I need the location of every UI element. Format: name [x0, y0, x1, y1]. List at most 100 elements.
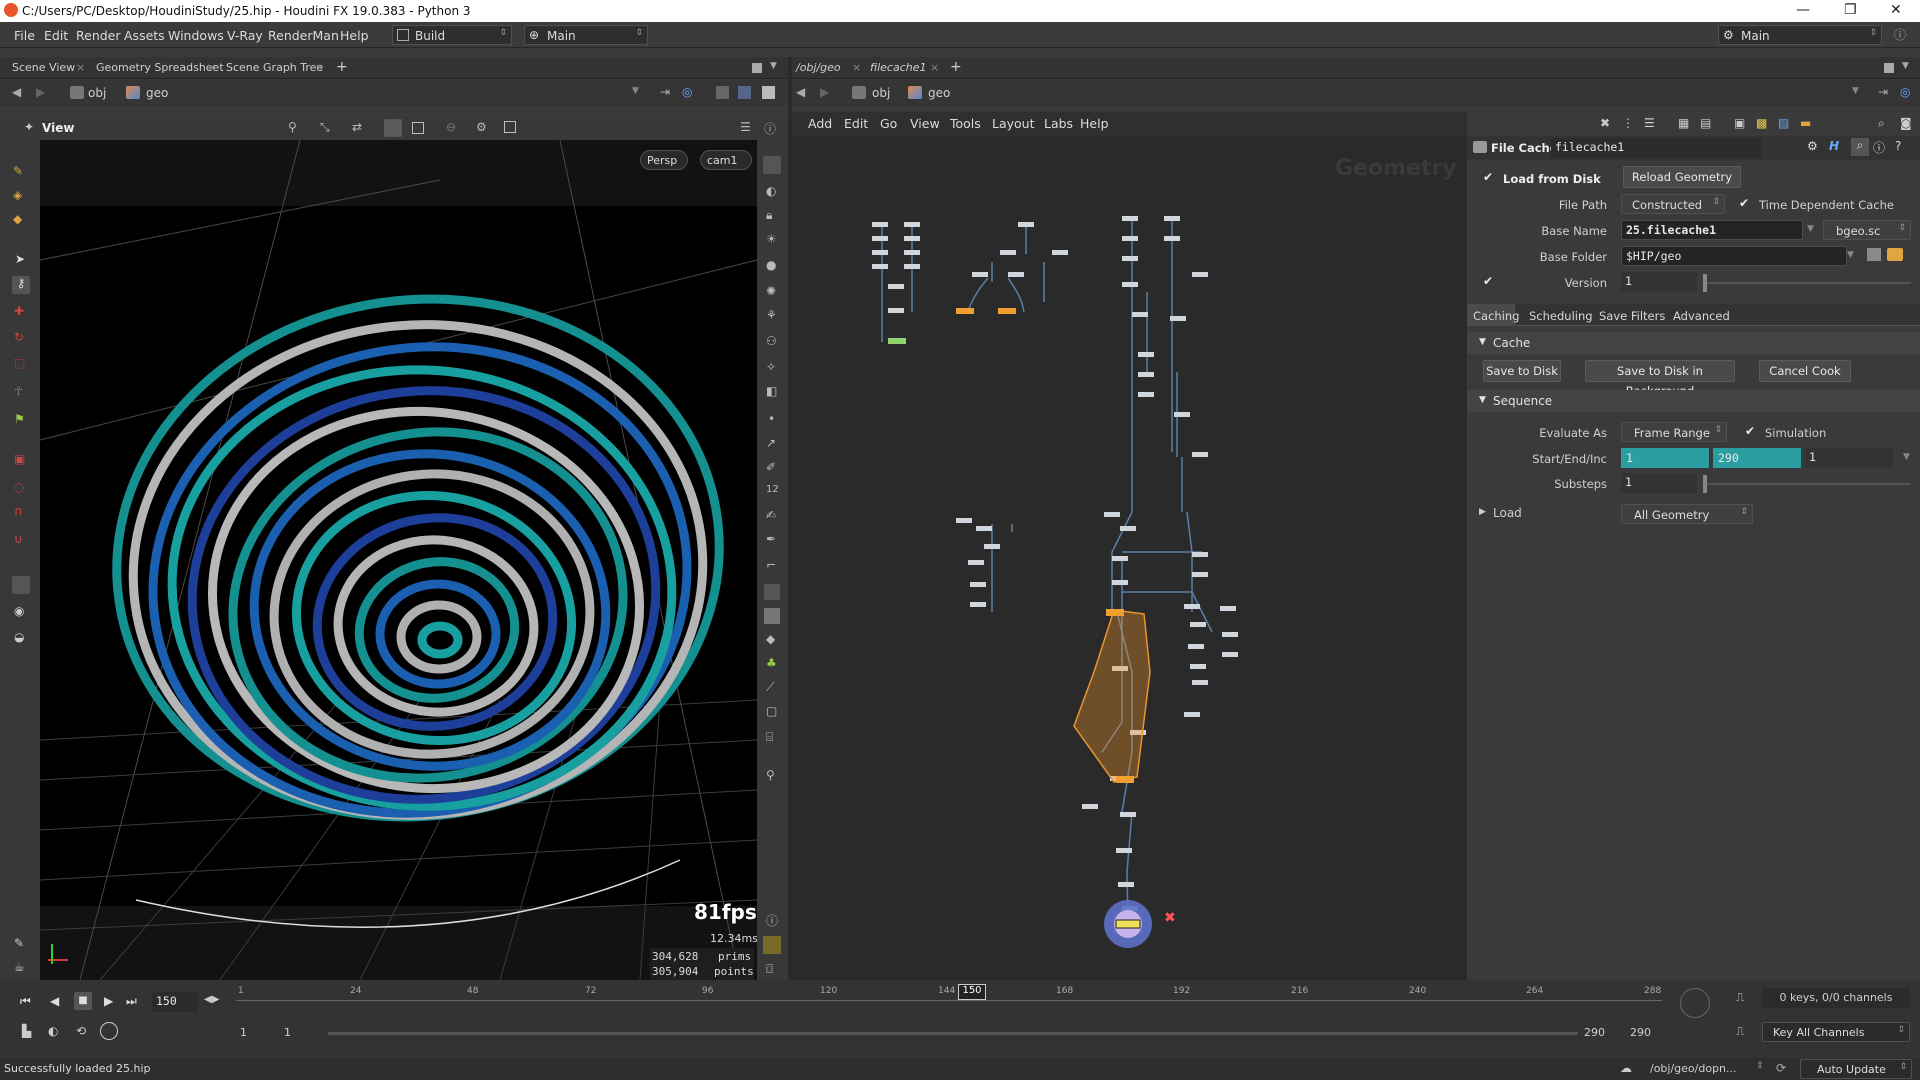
link-icon[interactable]: ◎ [682, 85, 692, 99]
close-icon[interactable]: × [207, 61, 216, 74]
save-to-disk-background-button[interactable]: Save to Disk in Background [1585, 360, 1735, 398]
menu-file[interactable]: File [14, 28, 35, 43]
align-icon[interactable]: ⤡ [320, 120, 330, 135]
cloud-icon[interactable]: ☁ [1620, 1061, 1632, 1075]
tab-scene-graph-tree[interactable]: Scene Graph Tree [226, 61, 323, 74]
grid-icon[interactable] [764, 608, 780, 624]
extension-dropdown[interactable]: bgeo.sc ⇕ [1823, 220, 1911, 240]
marker-icon[interactable]: ⚲ [766, 768, 775, 782]
stop-icon[interactable]: ⊖ [446, 120, 456, 134]
lines-icon[interactable]: ☰ [740, 120, 751, 134]
scene-viewport[interactable]: Persp cam1 81fps 12.34ms 304,628 prims 3… [40, 140, 757, 980]
move-icon[interactable]: ✚ [14, 304, 24, 318]
sequence-section-header[interactable]: ▼ Sequence [1467, 390, 1920, 412]
audio-icon[interactable]: ▙ [22, 1024, 31, 1038]
close-icon[interactable]: × [76, 61, 85, 74]
key-all-channels-dropdown[interactable]: Key All Channels ⇕ [1762, 1022, 1910, 1042]
view-icon[interactable]: ◙ [1900, 116, 1912, 130]
corner-icon[interactable]: ⌐ [766, 558, 776, 572]
forward-arrow-icon[interactable]: ▶ [820, 85, 829, 99]
camera-icon[interactable]: ⚙ [476, 120, 487, 134]
chevron-down-icon[interactable]: ▼ [1847, 250, 1854, 260]
render-icon[interactable] [504, 121, 516, 133]
search-icon[interactable]: ⌕ [1878, 116, 1885, 131]
magnet-icon[interactable]: ∩ [14, 504, 23, 518]
cancel-cook-button[interactable]: Cancel Cook [1759, 360, 1851, 382]
tab-advanced[interactable]: Advanced [1673, 309, 1730, 323]
normals-icon[interactable]: ↗ [766, 436, 776, 450]
camera-tool-icon[interactable] [12, 576, 30, 594]
sync-icon[interactable] [100, 1022, 118, 1040]
path-geo[interactable]: geo [146, 86, 168, 100]
help-circle-icon[interactable]: ⓘ [1894, 26, 1906, 43]
chevron-down-icon[interactable]: ▼ [1852, 86, 1859, 96]
restore-icon[interactable]: ❐ [1844, 2, 1857, 18]
tab-scene-view[interactable]: Scene View [12, 61, 75, 74]
close-icon[interactable]: ✕ [1890, 2, 1902, 18]
last-frame-icon[interactable]: ⏭ [126, 994, 137, 1009]
texture-icon[interactable]: ◧ [766, 384, 777, 398]
pin-icon[interactable]: ⇥ [660, 85, 670, 99]
lights-icon[interactable]: ☀ [766, 232, 777, 246]
channel-icon[interactable]: ⎍ [1736, 1024, 1744, 1039]
grid-icon[interactable]: ▦ [1678, 116, 1689, 130]
slider-handle[interactable] [1703, 274, 1707, 292]
shading-icon[interactable]: ● [766, 258, 776, 272]
load-section-header[interactable]: ▶ Load All Geometry ⇕ [1467, 502, 1920, 526]
list-icon[interactable]: ☰ [1644, 116, 1655, 130]
minimize-icon[interactable]: — [1796, 2, 1810, 18]
cache-section-header[interactable]: ▼ Cache [1467, 332, 1920, 354]
maximize-icon[interactable] [762, 86, 775, 99]
point-icon[interactable]: • [768, 412, 775, 426]
auto-update-dropdown[interactable]: Auto Update ⇕ [1800, 1059, 1912, 1079]
handle-icon[interactable]: ✎ [13, 164, 23, 178]
globe-icon[interactable]: ◉ [14, 604, 24, 618]
diamond-icon[interactable]: ◆ [766, 632, 775, 646]
close-icon[interactable]: × [315, 61, 324, 74]
image-icon[interactable]: ▨ [1778, 116, 1789, 130]
inc-field[interactable]: 1 [1805, 448, 1893, 468]
right-main-dropdown[interactable]: ⚙ Main ⇕ [1718, 25, 1882, 45]
camera-icon[interactable]: ⌸ [766, 730, 773, 745]
grid-icon[interactable] [764, 584, 780, 600]
base-folder-field[interactable]: $HIP/geo [1621, 246, 1847, 266]
path-obj[interactable]: obj [88, 86, 106, 100]
base-name-field[interactable]: 25.filecache1 [1621, 220, 1803, 240]
sculpt-icon[interactable]: ◆ [13, 212, 22, 226]
menu-render[interactable]: Render [76, 28, 121, 43]
pen-icon[interactable]: ✐ [766, 460, 776, 474]
close-icon[interactable]: × [930, 61, 939, 74]
folder-icon[interactable]: ▬ [1800, 116, 1811, 130]
view-icon[interactable]: ◐ [766, 184, 776, 198]
status-path[interactable]: /obj/geo/dopn... [1650, 1062, 1737, 1075]
save-to-disk-button[interactable]: Save to Disk [1483, 360, 1561, 382]
range-slider[interactable] [328, 1032, 1578, 1035]
path-geo[interactable]: geo [928, 86, 950, 100]
version-field[interactable]: 1 [1621, 272, 1697, 292]
info-icon[interactable]: ⓘ [766, 912, 778, 929]
note-icon[interactable]: ▣ [1734, 116, 1745, 130]
desktop-build-dropdown[interactable]: Build ⇕ [392, 25, 512, 45]
timeline-ruler[interactable]: 1 24 48 72 96 120 144 168 192 216 240 26… [236, 984, 1662, 1010]
rotate-icon[interactable]: ↻ [14, 330, 24, 344]
orbit-icon[interactable]: ◌ [14, 480, 24, 494]
snapshot-icon[interactable]: ⌼ [766, 962, 773, 977]
gear-icon[interactable]: ⚙ [1807, 139, 1818, 153]
scale-icon[interactable]: ⬚ [14, 356, 25, 370]
checkmark-icon[interactable]: ✔ [1483, 170, 1493, 184]
select-arrow-icon[interactable]: ➤ [15, 252, 25, 266]
info-icon[interactable]: ⓘ [1873, 139, 1885, 156]
chevron-down-icon[interactable]: ▼ [1807, 224, 1814, 234]
checkmark-icon[interactable]: ✔ [1739, 196, 1749, 210]
display-options-icon[interactable] [763, 156, 781, 174]
range-start-field[interactable]: 1 [240, 1026, 247, 1039]
wrench-icon[interactable]: ✖ [1600, 116, 1610, 130]
camera-dropdown[interactable]: cam1 [700, 150, 752, 170]
layout-icon[interactable] [716, 86, 729, 99]
pane-menu-icon[interactable] [1884, 63, 1894, 73]
current-frame-marker[interactable]: 150 [958, 984, 986, 1000]
search-icon[interactable]: ⌕ [1851, 138, 1869, 156]
end-frame-field[interactable]: 290 [1713, 448, 1801, 468]
snap-icon[interactable]: ⟋ [766, 680, 774, 695]
step-icon[interactable]: ◀▶ [204, 994, 219, 1005]
